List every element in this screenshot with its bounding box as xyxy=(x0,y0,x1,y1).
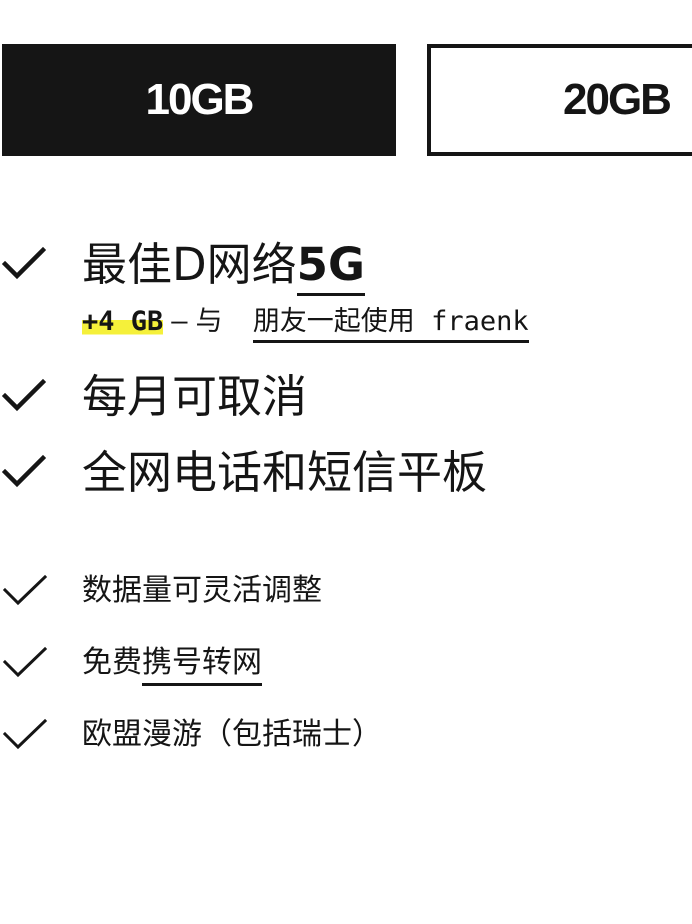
feature-network: 最佳D网络5G xyxy=(82,242,365,296)
feature-cancel-monthly: 每月可取消 xyxy=(82,370,308,423)
bonus-with-text: 与 xyxy=(195,306,223,337)
bonus-share-line: +4 GB – 与 朋友一起使用 fraenk xyxy=(82,306,529,343)
share-with-friends-link[interactable]: 朋友一起使用 fraenk xyxy=(252,308,529,343)
feature-number-porting: 免费携号转网 xyxy=(82,648,262,686)
number-porting-link[interactable]: 携号转网 xyxy=(142,648,262,686)
check-icon xyxy=(2,646,48,680)
check-icon xyxy=(2,246,46,282)
feature-eu-roaming: 欧盟漫游（包括瑞士） xyxy=(82,717,382,752)
plan-option-10gb[interactable]: 10GB xyxy=(2,44,396,156)
plan-option-10gb-label: 10GB xyxy=(145,75,255,124)
plan-option-20gb[interactable]: 20GB xyxy=(427,44,692,156)
feature-network-label: 最佳D网络 xyxy=(82,238,297,291)
check-icon xyxy=(2,378,46,414)
plan-option-20gb-label: 20GB xyxy=(563,75,672,124)
check-icon xyxy=(2,454,46,490)
bonus-dash: – xyxy=(171,306,188,337)
bonus-highlight: +4 GB xyxy=(82,306,164,337)
feature-adjust-data: 数据量可灵活调整 xyxy=(82,573,322,608)
feature-porting-prefix: 免费 xyxy=(82,645,142,680)
tariff-options-page: 10GB 20GB 最佳D网络5G +4 GB – 与 朋友一起使用 fraenk … xyxy=(0,0,692,924)
check-icon xyxy=(2,574,48,608)
check-icon xyxy=(2,718,48,752)
feature-flat-rate: 全网电话和短信平板 xyxy=(82,446,488,499)
network-5g-link[interactable]: 5G xyxy=(296,242,365,296)
